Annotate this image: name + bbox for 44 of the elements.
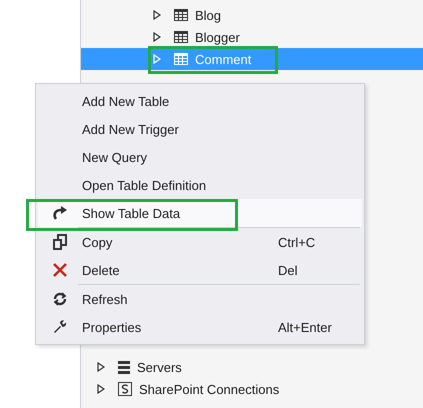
expand-arrow-icon[interactable]: [153, 32, 161, 42]
tree-item-label: Comment: [195, 52, 252, 66]
menu-item[interactable]: Delete Del: [38, 256, 362, 284]
tree-item-label: SharePoint Connections: [139, 382, 280, 396]
table-icon: [174, 53, 188, 65]
menu-item[interactable]: New Query: [38, 143, 362, 171]
tree-item[interactable]: Blog: [81, 4, 423, 26]
shortcut-label: Del: [278, 262, 298, 278]
tree-item[interactable]: Servers: [81, 356, 423, 378]
redo-arrow-icon: [52, 206, 68, 220]
server-icon: [118, 360, 130, 374]
tree-item-label: Servers: [137, 360, 182, 374]
menu-item-label: Delete: [82, 262, 121, 278]
menu-item-label: Add New Table: [82, 94, 170, 108]
expand-arrow-icon[interactable]: [153, 10, 161, 20]
menu-item-label: Properties: [82, 320, 142, 334]
copy-icon: [53, 234, 67, 250]
delete-icon: [53, 263, 67, 277]
wrench-icon: [53, 320, 67, 334]
tree-item-label: Blogger: [195, 30, 240, 44]
refresh-icon: [53, 292, 67, 306]
menu-item[interactable]: Add New Trigger: [38, 115, 362, 143]
menu-item[interactable]: Refresh: [38, 285, 362, 313]
expand-arrow-icon[interactable]: [97, 384, 105, 394]
menu-item-label: Show Table Data: [82, 206, 182, 220]
menu-item[interactable]: Show Table Data: [38, 199, 362, 227]
menu-item-label: Open Table Definition: [82, 178, 208, 192]
table-icon: [174, 31, 188, 43]
tree-item[interactable]: Blogger: [81, 26, 423, 48]
tree-item[interactable]: SharePoint Connections: [81, 378, 423, 400]
menu-item-label: Refresh: [82, 292, 129, 306]
menu-item[interactable]: Add New Table: [38, 87, 362, 115]
shortcut-label: Ctrl+C: [278, 234, 316, 250]
expand-arrow-icon[interactable]: [97, 362, 105, 372]
menu-item-label: New Query: [82, 150, 148, 164]
menu-item-label: Copy: [82, 234, 114, 250]
s-square-icon: [118, 382, 132, 396]
menu-item[interactable]: Open Table Definition: [38, 171, 362, 199]
menu-item[interactable]: Copy Ctrl+C: [38, 228, 362, 256]
menu-item[interactable]: Properties Alt+Enter: [38, 313, 362, 341]
shortcut-label: Alt+Enter: [278, 320, 332, 334]
tree-item-label: Blog: [195, 8, 222, 22]
table-icon: [174, 9, 188, 21]
menu-item-label: Add New Trigger: [82, 122, 180, 136]
